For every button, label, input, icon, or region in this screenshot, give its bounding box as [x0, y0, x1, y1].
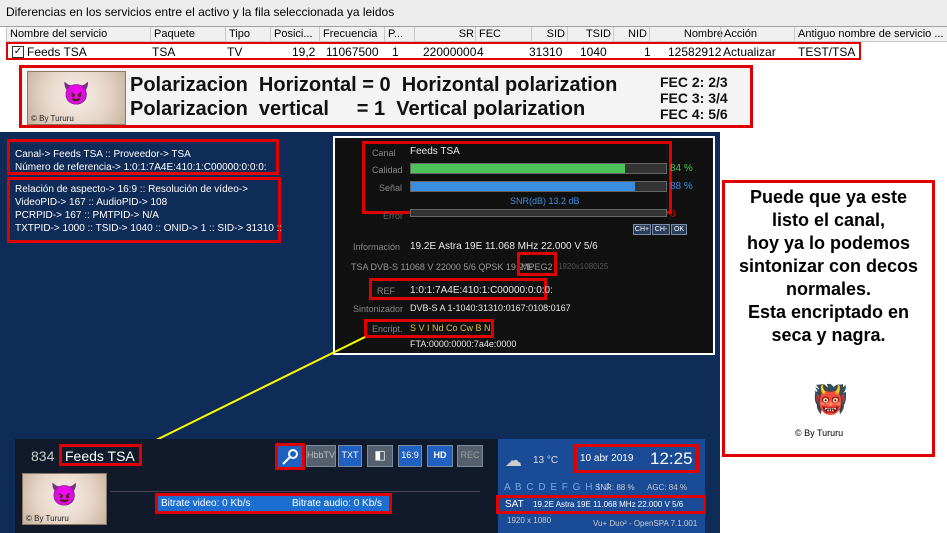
sat-value: 19.2E Astra 19E 11.068 MHz 22.000 V 5/6 — [533, 500, 684, 509]
note-signature: © By Tururu — [795, 428, 844, 438]
note-line: Puede que ya este — [749, 187, 908, 207]
bitrate-video: Bitrate video: 0 Kb/s — [161, 498, 251, 509]
channel-number: 834 — [31, 448, 55, 464]
connector-line — [139, 336, 366, 449]
channel-name: Feeds TSA — [65, 448, 135, 464]
key-icon[interactable] — [275, 443, 305, 470]
infobar: 834 Feeds TSA 😈 © By Tururu HbbTV TXT ◧ … — [15, 439, 706, 533]
tururu-logo: 😈 © By Tururu — [22, 473, 107, 525]
aspect-ratio-icon: 16:9 — [398, 445, 422, 467]
video-resolution: 1920 x 1080 — [507, 516, 552, 525]
time: 12:25 — [650, 449, 693, 468]
rec-icon: REC — [457, 445, 483, 467]
note-box: Puede que ya este listo el canal, hoy ya… — [722, 180, 935, 457]
note-line: Esta encriptado en — [747, 302, 910, 322]
hd-icon: HD — [427, 445, 453, 467]
receiver-model: Vu+ Duo² - OpenSPA 7.1.001 — [593, 519, 698, 528]
note-line: normales. — [785, 279, 872, 299]
logo-signature: © By Tururu — [26, 514, 69, 523]
hbbtv-icon: HbbTV — [306, 445, 336, 467]
date: 10 abr 2019 — [580, 453, 634, 464]
note-line: hoy ya lo podemos — [746, 233, 911, 253]
snr-status: SNR: 88 % — [595, 483, 635, 492]
note-line: seca y nagra. — [771, 325, 886, 345]
dolby-icon: ◧ — [367, 445, 393, 467]
txt-icon: TXT — [338, 445, 362, 467]
note-line: listo el canal, — [771, 210, 886, 230]
note-line: sintonizar con decos — [738, 256, 919, 276]
weather-icon: ☁ — [505, 451, 522, 470]
key-icon-glyph — [282, 449, 298, 465]
mascot-icon: 😈 — [50, 482, 79, 507]
weather-temp: 13 °C — [533, 455, 559, 466]
progress-line — [110, 491, 480, 492]
devil-mascot-icon: 👹 — [813, 384, 848, 415]
sat-label: SAT — [505, 499, 524, 510]
agc-status: AGC: 84 % — [647, 483, 688, 492]
note-text: Puede que ya este listo el canal, hoy ya… — [725, 186, 932, 347]
bitrate-audio: Bitrate audio: 0 Kb/s — [292, 498, 383, 509]
